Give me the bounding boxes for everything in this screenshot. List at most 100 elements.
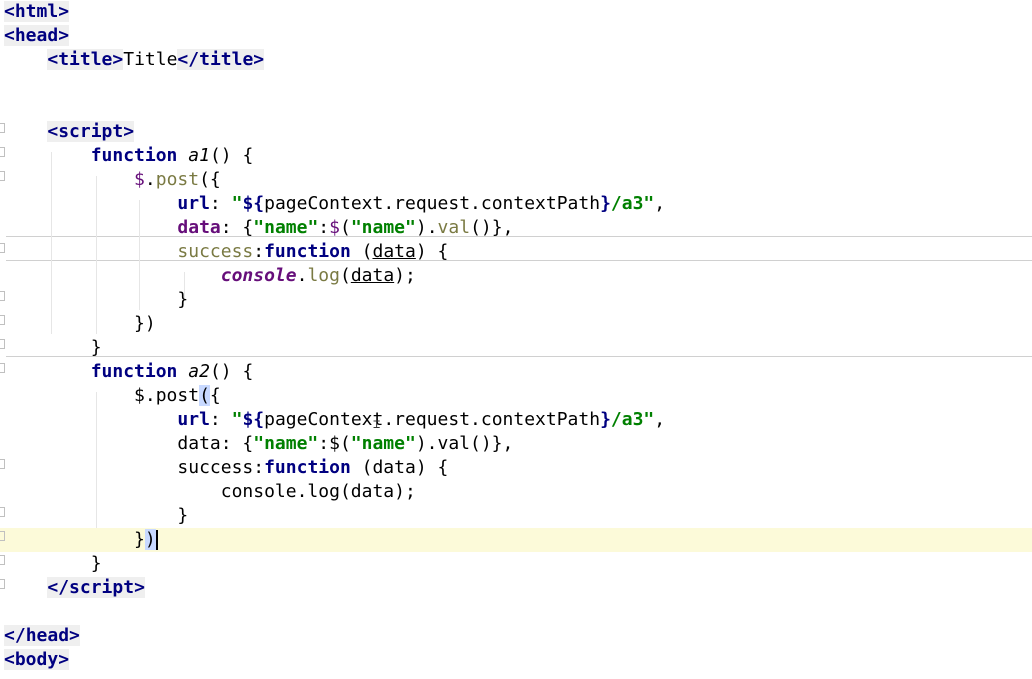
code-token: </ — [47, 577, 70, 598]
code-line[interactable]: data: {"name":$("name").val()}, — [0, 432, 1032, 456]
code-token: ( — [339, 217, 351, 238]
code-token: $ — [329, 217, 340, 238]
code-token: } — [600, 193, 611, 214]
fold-marker-icon[interactable] — [0, 507, 5, 517]
code-line[interactable]: url: "${pageContext.request.contextPath}… — [0, 192, 1032, 216]
code-line-text: } — [4, 336, 102, 360]
code-token: () { — [209, 361, 254, 382]
code-line[interactable]: function a2() { — [0, 360, 1032, 384]
code-token: > — [253, 49, 265, 70]
code-line-text: <title>Title</title> — [4, 48, 265, 72]
code-token: function — [264, 457, 351, 478]
code-token: . — [144, 169, 156, 190]
code-token: script — [58, 121, 124, 142]
fold-marker-icon[interactable] — [0, 459, 5, 469]
code-token: > — [58, 1, 70, 22]
code-line[interactable]: } — [0, 288, 1032, 312]
code-line[interactable]: $.post({ — [0, 384, 1032, 408]
code-token: html — [14, 1, 59, 22]
code-token: /a3" — [610, 409, 655, 430]
code-line[interactable]: }) — [0, 528, 1032, 552]
fold-marker-icon[interactable] — [0, 555, 5, 565]
code-line[interactable] — [0, 600, 1032, 624]
code-token: < — [4, 25, 15, 46]
code-line-text: <script> — [4, 120, 135, 144]
code-line[interactable]: $.post({ — [0, 168, 1032, 192]
code-token: : — [209, 193, 232, 214]
fold-marker-icon[interactable] — [0, 171, 5, 181]
code-token: : { — [220, 217, 254, 238]
code-line[interactable]: success:function (data) { — [0, 240, 1032, 264]
code-token: url — [177, 409, 210, 430]
code-token: "name" — [350, 217, 416, 238]
code-token: > — [134, 577, 145, 598]
code-line-text: <body> — [4, 648, 70, 672]
fold-marker-icon[interactable] — [0, 123, 5, 133]
matched-brace: ( — [199, 385, 210, 406]
code-token: function — [264, 241, 351, 262]
code-token: ( — [350, 241, 373, 262]
code-line[interactable]: <title>Title</title> — [0, 48, 1032, 72]
code-token: :$( — [318, 433, 351, 454]
code-token: > — [69, 625, 80, 646]
code-token: } — [600, 409, 611, 430]
code-line[interactable]: data: {"name":$("name").val()}, — [0, 216, 1032, 240]
code-line[interactable]: </script> — [0, 576, 1032, 600]
code-line[interactable]: url: "${pageContext.request.contextPath}… — [0, 408, 1032, 432]
code-line-text: <head> — [4, 24, 70, 48]
code-token: . — [296, 265, 308, 286]
code-line[interactable]: } — [0, 552, 1032, 576]
code-token: ${ — [242, 409, 265, 430]
fold-marker-icon[interactable] — [0, 363, 5, 373]
fold-marker-icon[interactable] — [0, 531, 5, 541]
code-token: success: — [4, 457, 265, 478]
code-token: (data) { — [350, 457, 449, 478]
code-token: data — [350, 265, 395, 286]
fold-marker-icon[interactable] — [0, 147, 5, 157]
code-token: "name" — [350, 433, 416, 454]
code-token: < — [47, 121, 59, 142]
code-token: : — [253, 241, 265, 262]
code-line[interactable] — [0, 72, 1032, 96]
code-token: ${ — [242, 193, 265, 214]
code-line[interactable]: console.log(data); — [0, 264, 1032, 288]
code-token: pageContext.request.contextPath — [264, 193, 601, 214]
fold-marker-icon[interactable] — [0, 579, 5, 589]
code-token: a1 — [188, 145, 210, 166]
code-token: } — [4, 529, 145, 550]
code-line[interactable]: console.log(data); — [0, 480, 1032, 504]
code-line[interactable]: <body> — [0, 648, 1032, 672]
code-line-text: function a1() { — [4, 144, 254, 168]
code-line[interactable] — [0, 96, 1032, 120]
code-line[interactable]: success:function (data) { — [0, 456, 1032, 480]
code-line[interactable]: }) — [0, 312, 1032, 336]
fold-marker-icon[interactable] — [0, 291, 5, 301]
code-line-text: } — [4, 288, 188, 312]
fold-marker-icon[interactable] — [0, 339, 5, 349]
code-line[interactable]: } — [0, 504, 1032, 528]
matched-brace: ) — [144, 529, 156, 550]
code-line[interactable]: <head> — [0, 24, 1032, 48]
fold-marker-icon[interactable] — [0, 315, 5, 325]
code-line-text: </head> — [4, 624, 80, 648]
code-token: }) — [4, 313, 156, 334]
code-token: ( — [339, 265, 351, 286]
code-line-text: data: {"name":$("name").val()}, — [4, 432, 513, 456]
code-line[interactable]: <html> — [0, 0, 1032, 24]
code-editor[interactable]: <html> <head> <title>Title</title> <scrip… — [0, 0, 1032, 679]
code-line[interactable]: </head> — [0, 624, 1032, 648]
code-line-text: url: "${pageContext.request.contextPath}… — [4, 192, 665, 216]
code-line[interactable]: } — [0, 336, 1032, 360]
code-token: } — [4, 505, 189, 526]
code-line[interactable]: <script> — [0, 120, 1032, 144]
code-line-text: } — [4, 504, 188, 528]
fold-marker-icon[interactable] — [0, 243, 5, 253]
code-line[interactable]: function a1() { — [0, 144, 1032, 168]
code-token: console — [220, 265, 297, 286]
code-line-text: </script> — [4, 576, 145, 600]
